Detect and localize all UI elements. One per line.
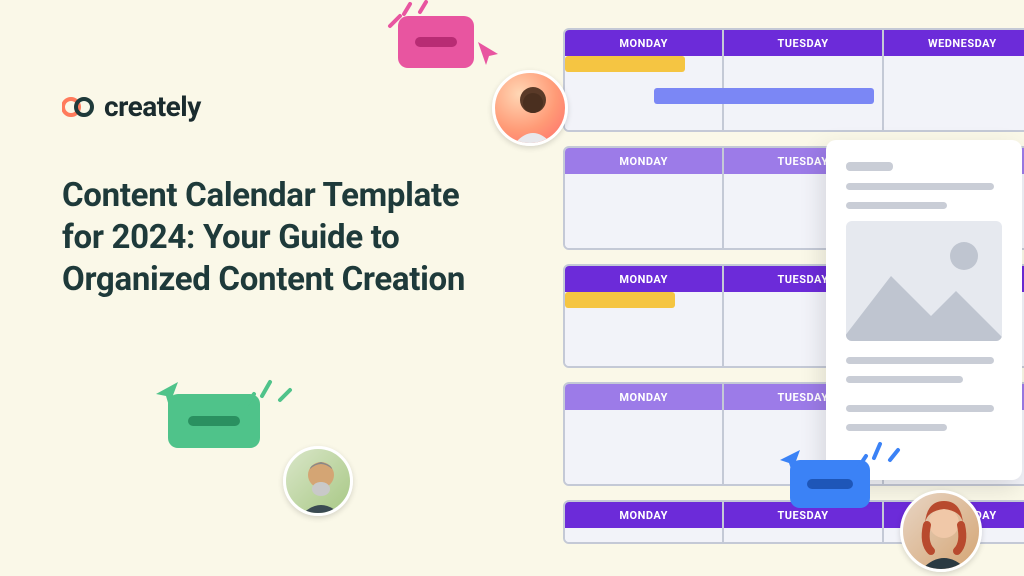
- calendar-day: TUESDAY: [724, 502, 883, 542]
- person-icon: [903, 493, 982, 572]
- calendar-week: MONDAY TUESDAY WEDNESDAY: [563, 28, 1024, 132]
- sparkle-icon: [240, 372, 296, 416]
- day-header: TUESDAY: [724, 30, 881, 56]
- calendar-day: MONDAY: [565, 266, 724, 366]
- cursor-green: [168, 394, 260, 448]
- calendar-day: WEDNESDAY: [884, 30, 1024, 130]
- calendar-day: MONDAY: [565, 384, 724, 484]
- avatar: [283, 446, 353, 516]
- calendar-day: MONDAY: [565, 148, 724, 248]
- calendar-task: [565, 292, 675, 308]
- document-preview: [826, 140, 1022, 480]
- person-icon: [286, 449, 353, 516]
- avatar: [900, 490, 982, 572]
- doc-image-placeholder: [846, 221, 1002, 341]
- calendar-day: MONDAY: [565, 502, 724, 542]
- doc-text-line: [846, 424, 947, 431]
- doc-text-line: [846, 376, 963, 383]
- day-header: MONDAY: [565, 148, 722, 174]
- avatar: [492, 70, 568, 146]
- day-header: MONDAY: [565, 30, 722, 56]
- doc-text-line: [846, 405, 994, 412]
- day-header: WEDNESDAY: [884, 30, 1024, 56]
- calendar-day: MONDAY: [565, 30, 724, 130]
- brand-name: creately: [104, 90, 201, 123]
- person-icon: [495, 73, 568, 146]
- brand-logo: creately: [62, 90, 201, 123]
- calendar-task: [565, 56, 685, 72]
- day-header: MONDAY: [565, 384, 722, 410]
- logo-mark-icon: [62, 96, 96, 118]
- cursor-blue: [790, 460, 870, 508]
- doc-title-line: [846, 162, 893, 171]
- doc-text-line: [846, 202, 947, 209]
- cursor-badge: [398, 16, 474, 68]
- pointer-icon: [476, 40, 500, 66]
- day-header: MONDAY: [565, 502, 722, 528]
- page-title: Content Calendar Template for 2024: Your…: [62, 175, 492, 302]
- image-placeholder-icon: [846, 221, 1002, 341]
- sparkle-icon: [852, 436, 904, 476]
- day-header: MONDAY: [565, 266, 722, 292]
- calendar-day: TUESDAY: [724, 30, 883, 130]
- calendar-task: [654, 88, 874, 104]
- doc-text-line: [846, 357, 994, 364]
- doc-text-line: [846, 183, 994, 190]
- cursor-pink: [398, 16, 474, 68]
